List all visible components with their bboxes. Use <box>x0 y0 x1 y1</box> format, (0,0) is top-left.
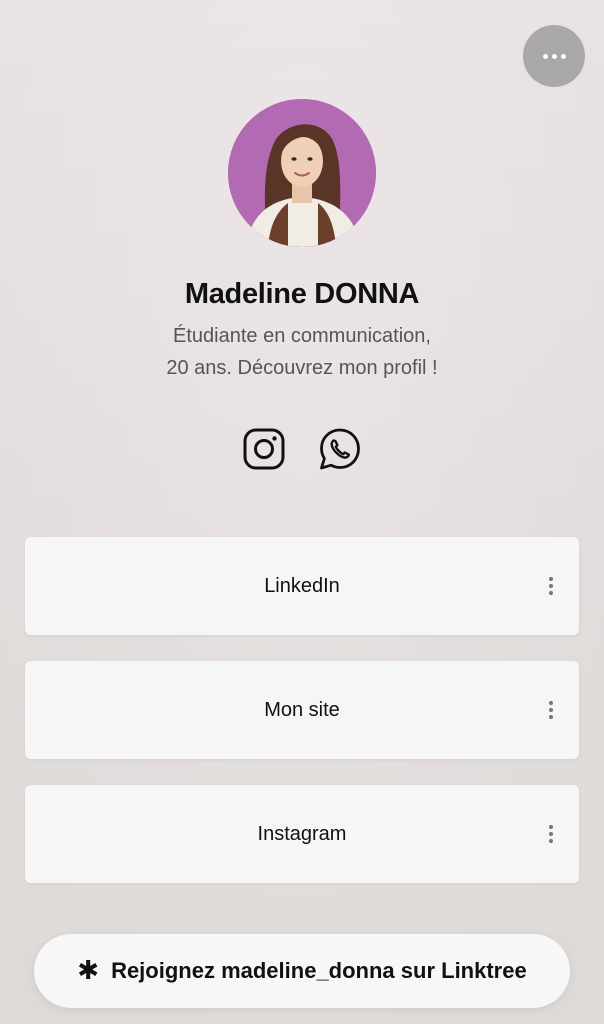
bio-line-1: Étudiante en communication, <box>173 325 431 347</box>
more-options-button[interactable] <box>523 25 585 87</box>
more-vertical-icon[interactable] <box>541 820 561 848</box>
link-label: Instagram <box>257 822 347 845</box>
linktree-asterisk-icon: ✱ <box>77 956 100 986</box>
join-linktree-label: Rejoignez madeline_donna sur Linktree <box>111 958 527 983</box>
profile-name: Madeline DONNA <box>184 278 420 310</box>
bio-line-2: 20 ans. Découvrez mon profil ! <box>166 357 438 379</box>
link-label: LinkedIn <box>264 574 340 597</box>
more-vertical-icon[interactable] <box>541 572 561 600</box>
join-linktree-button[interactable]: ✱ Rejoignez madeline_donna sur Linktree <box>34 934 570 1008</box>
link-card-mon-site[interactable]: Mon site <box>25 661 579 759</box>
link-label: Mon site <box>264 698 340 721</box>
more-horizontal-icon <box>542 53 566 59</box>
more-vertical-icon[interactable] <box>541 696 561 724</box>
social-icons-row <box>0 426 604 472</box>
profile-bio: Étudiante en communication, 20 ans. Déco… <box>0 320 604 384</box>
whatsapp-icon[interactable] <box>317 426 363 472</box>
link-card-linkedin[interactable]: LinkedIn <box>25 537 579 635</box>
link-card-instagram[interactable]: Instagram <box>25 785 579 883</box>
avatar-photo <box>228 99 376 247</box>
instagram-icon[interactable] <box>241 426 287 472</box>
avatar <box>228 99 376 247</box>
